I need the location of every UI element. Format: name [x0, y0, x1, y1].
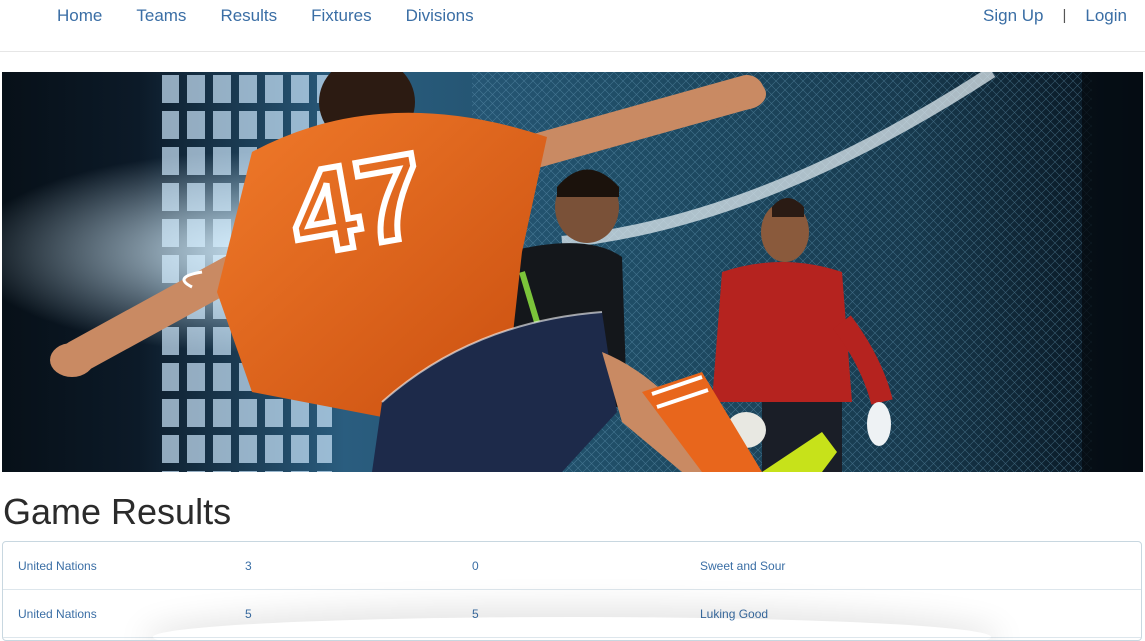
- nav-fixtures-link[interactable]: Fixtures: [311, 0, 371, 32]
- home-team-link[interactable]: United Nations: [18, 542, 97, 590]
- nav-teams-link[interactable]: Teams: [136, 0, 186, 32]
- nav-separator: |: [1062, 7, 1067, 24]
- row-shadow: [153, 617, 991, 640]
- login-link[interactable]: Login: [1085, 0, 1127, 32]
- nav-home-link[interactable]: Home: [57, 0, 102, 32]
- results-table: United Nations 3 0 Sweet and Sour United…: [2, 541, 1142, 641]
- hero-banner-image: 47: [2, 72, 1143, 472]
- nav-divisions-link[interactable]: Divisions: [406, 0, 474, 32]
- away-team-link[interactable]: Luking Good: [700, 590, 768, 638]
- home-team-link[interactable]: United Nations: [18, 590, 97, 638]
- jersey-number: 47: [280, 127, 435, 282]
- page-title: Game Results: [3, 491, 232, 532]
- nav-main-links: Home Teams Results Fixtures Divisions: [57, 0, 508, 32]
- signup-link[interactable]: Sign Up: [983, 0, 1043, 32]
- away-score[interactable]: 5: [472, 590, 479, 638]
- nav-results-link[interactable]: Results: [220, 0, 277, 32]
- result-row[interactable]: United Nations 5 5 Luking Good: [3, 590, 1141, 638]
- nav-account-links: Sign Up | Login: [983, 0, 1127, 32]
- away-score[interactable]: 0: [472, 542, 479, 590]
- away-team-link[interactable]: Sweet and Sour: [700, 542, 785, 590]
- home-score[interactable]: 5: [245, 590, 252, 638]
- top-navbar: Home Teams Results Fixtures Divisions Si…: [0, 0, 1145, 52]
- result-row[interactable]: United Nations 3 0 Sweet and Sour: [3, 542, 1141, 590]
- home-score[interactable]: 3: [245, 542, 252, 590]
